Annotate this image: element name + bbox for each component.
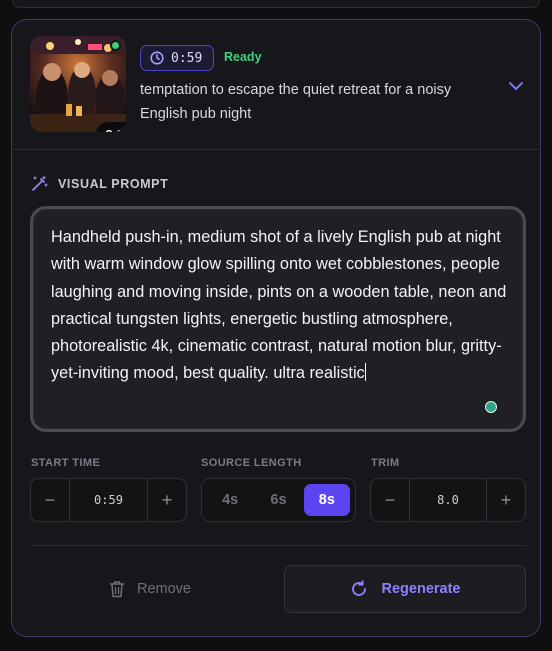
divider — [30, 545, 526, 546]
prompt-label-text: VISUAL PROMPT — [58, 177, 169, 191]
prompt-text: Handheld push-in, medium shot of a livel… — [51, 228, 507, 383]
source-length-option-8s[interactable]: 8s — [303, 484, 350, 516]
trim-label: TRIM — [371, 457, 400, 469]
source-length-selector: 4s 6s 8s — [201, 478, 356, 522]
source-length-option-4s[interactable]: 4s — [207, 484, 253, 516]
time-chip: 0:59 — [140, 45, 214, 71]
start-time-increment-button[interactable]: + — [148, 479, 186, 521]
clock-icon — [150, 51, 164, 65]
status-dot — [110, 40, 121, 51]
regenerate-button-label: Regenerate — [381, 581, 461, 597]
duration-badge: 8.0s — [96, 122, 126, 132]
remove-button[interactable]: Remove — [30, 566, 270, 612]
previous-card-edge — [12, 0, 540, 8]
prompt-label: VISUAL PROMPT — [30, 175, 168, 193]
start-time-input[interactable]: 0:59 — [69, 479, 148, 521]
clip-thumbnail[interactable]: 8.0s — [30, 36, 126, 132]
textarea-grip[interactable] — [485, 401, 497, 413]
chevron-down-icon[interactable] — [506, 76, 526, 96]
clip-header[interactable]: 8.0s 0:59 Ready temptation to escape the… — [12, 20, 540, 150]
refresh-icon — [351, 580, 366, 596]
start-time-stepper: − 0:59 + — [30, 478, 187, 522]
regenerate-button[interactable]: Regenerate — [284, 565, 526, 613]
trash-icon — [109, 581, 125, 598]
source-length-option-6s[interactable]: 6s — [255, 484, 301, 516]
text-caret — [364, 363, 366, 382]
source-length-label: SOURCE LENGTH — [201, 457, 302, 469]
prompt-textarea[interactable]: Handheld push-in, medium shot of a livel… — [30, 206, 526, 432]
clip-card: 8.0s 0:59 Ready temptation to escape the… — [11, 19, 541, 637]
start-time-label: START TIME — [31, 457, 101, 469]
trim-decrement-button[interactable]: − — [371, 479, 409, 521]
trim-stepper: − 8.0 + — [370, 478, 526, 522]
trim-increment-button[interactable]: + — [487, 479, 525, 521]
status-label: Ready — [224, 50, 262, 64]
clip-title: temptation to escape the quiet retreat f… — [140, 82, 452, 122]
clip-time: 0:59 — [171, 50, 203, 66]
start-time-decrement-button[interactable]: − — [31, 479, 69, 521]
trim-input[interactable]: 8.0 — [409, 479, 487, 521]
remove-button-label: Remove — [137, 581, 191, 597]
magic-wand-icon — [32, 175, 48, 191]
